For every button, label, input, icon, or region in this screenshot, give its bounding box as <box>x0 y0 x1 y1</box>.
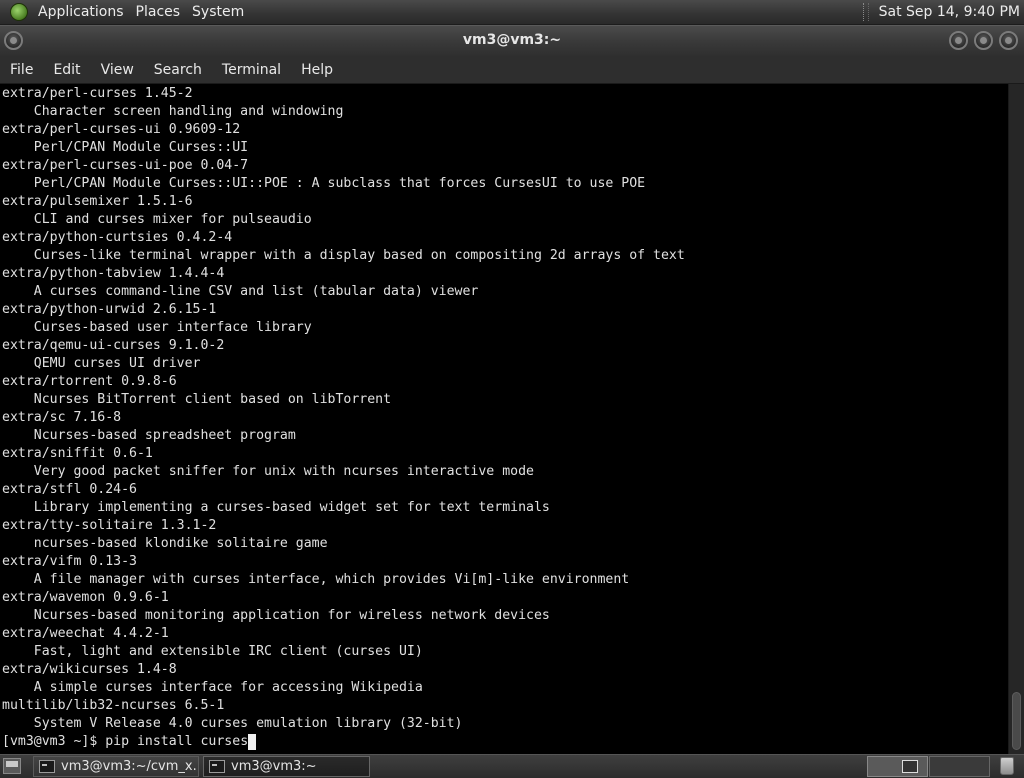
top-panel: Applications Places System Sat Sep 14, 9… <box>0 0 1024 25</box>
terminal-view[interactable]: extra/perl-curses 1.45-2 Character scree… <box>0 84 1008 754</box>
terminal-line: extra/sniffit 0.6-1 <box>2 446 153 461</box>
terminal-line: A curses command-line CSV and list (tabu… <box>2 284 479 299</box>
taskbar-button-label: vm3@vm3:~ <box>231 759 317 774</box>
terminal-icon <box>39 760 55 773</box>
command-input[interactable]: pip install curses <box>105 733 248 751</box>
terminal-line: QEMU curses UI driver <box>2 356 201 371</box>
window-title-bar[interactable]: vm3@vm3:~ <box>0 25 1024 56</box>
menu-view[interactable]: View <box>91 62 144 78</box>
terminal-line: Perl/CPAN Module Curses::UI::POE : A sub… <box>2 176 646 191</box>
text-cursor <box>248 734 257 750</box>
taskbar-button-label: vm3@vm3:~/cvm_x... <box>61 759 199 774</box>
bottom-panel: vm3@vm3:~/cvm_x... vm3@vm3:~ <box>0 754 1024 778</box>
terminal-line: ncurses-based klondike solitaire game <box>2 536 328 551</box>
close-button[interactable] <box>999 31 1018 50</box>
menu-file[interactable]: File <box>0 62 43 78</box>
terminal-line: Very good packet sniffer for unix with n… <box>2 464 534 479</box>
terminal-line: extra/rtorrent 0.9.8-6 <box>2 374 177 389</box>
terminal-line: Perl/CPAN Module Curses::UI <box>2 140 249 155</box>
terminal-line: multilib/lib32-ncurses 6.5-1 <box>2 698 225 713</box>
terminal-line: extra/perl-curses-ui-poe 0.04-7 <box>2 158 249 173</box>
panel-menu-system[interactable]: System <box>186 4 250 20</box>
terminal-line: extra/perl-curses 1.45-2 <box>2 86 193 101</box>
terminal-line: extra/qemu-ui-curses 9.1.0-2 <box>2 338 225 353</box>
menu-search[interactable]: Search <box>144 62 212 78</box>
menu-help[interactable]: Help <box>291 62 343 78</box>
terminal-line: Fast, light and extensible IRC client (c… <box>2 644 423 659</box>
workspace-window-thumbnail <box>902 760 918 773</box>
terminal-line: Curses-like terminal wrapper with a disp… <box>2 248 685 263</box>
workspace-switcher-2[interactable] <box>929 756 990 777</box>
terminal-scrollbar[interactable] <box>1008 84 1024 754</box>
terminal-line: A file manager with curses interface, wh… <box>2 572 630 587</box>
taskbar-button-terminal-2[interactable]: vm3@vm3:~ <box>203 756 370 777</box>
terminal-line: extra/pulsemixer 1.5.1-6 <box>2 194 193 209</box>
terminal-line: System V Release 4.0 curses emulation li… <box>2 716 463 731</box>
terminal-line: A simple curses interface for accessing … <box>2 680 423 695</box>
prompt-line[interactable]: [vm3@vm3 ~]$ pip install curses <box>2 733 257 751</box>
terminal-line: extra/perl-curses-ui 0.9609-12 <box>2 122 241 137</box>
terminal-line: extra/tty-solitaire 1.3.1-2 <box>2 518 217 533</box>
terminal-line: Character screen handling and windowing <box>2 104 344 119</box>
terminal-line: extra/python-tabview 1.4.4-4 <box>2 266 225 281</box>
terminal-line: extra/wavemon 0.9.6-1 <box>2 590 169 605</box>
shell-prompt: [vm3@vm3 ~]$ <box>2 734 106 749</box>
scrollbar-thumb[interactable] <box>1012 692 1021 750</box>
terminal-line: extra/sc 7.16-8 <box>2 410 122 425</box>
menu-bar: File Edit View Search Terminal Help <box>0 56 1024 84</box>
clock[interactable]: Sat Sep 14, 9:40 PM <box>879 4 1024 20</box>
terminal-output: extra/perl-curses 1.45-2 Character scree… <box>2 85 685 733</box>
menu-edit[interactable]: Edit <box>43 62 90 78</box>
maximize-button[interactable] <box>974 31 993 50</box>
taskbar-button-terminal-1[interactable]: vm3@vm3:~/cvm_x... <box>33 756 199 777</box>
terminal-line: extra/python-urwid 2.6.15-1 <box>2 302 217 317</box>
terminal-line: extra/wikicurses 1.4-8 <box>2 662 177 677</box>
terminal-line: extra/vifm 0.13-3 <box>2 554 137 569</box>
terminal-icon <box>209 760 225 773</box>
terminal-line: Library implementing a curses-based widg… <box>2 500 550 515</box>
terminal-line: Ncurses-based spreadsheet program <box>2 428 296 443</box>
minimize-button[interactable] <box>949 31 968 50</box>
menu-terminal[interactable]: Terminal <box>212 62 291 78</box>
workspace-switcher-1[interactable] <box>867 756 928 777</box>
terminal-line: CLI and curses mixer for pulseaudio <box>2 212 312 227</box>
terminal-line: Ncurses-based monitoring application for… <box>2 608 550 623</box>
show-desktop-button[interactable] <box>3 758 21 774</box>
terminal-line: Ncurses BitTorrent client based on libTo… <box>2 392 392 407</box>
terminal-line: extra/weechat 4.4.2-1 <box>2 626 169 641</box>
panel-menu-places[interactable]: Places <box>130 4 187 20</box>
panel-menu-applications[interactable]: Applications <box>32 4 130 20</box>
window-title: vm3@vm3:~ <box>462 32 562 48</box>
panel-separator <box>862 3 869 21</box>
trash-icon[interactable] <box>1000 757 1014 775</box>
gnome-foot-icon[interactable] <box>10 3 28 21</box>
terminal-line: extra/python-curtsies 0.4.2-4 <box>2 230 233 245</box>
terminal-line: Curses-based user interface library <box>2 320 312 335</box>
terminal-line: extra/stfl 0.24-6 <box>2 482 137 497</box>
